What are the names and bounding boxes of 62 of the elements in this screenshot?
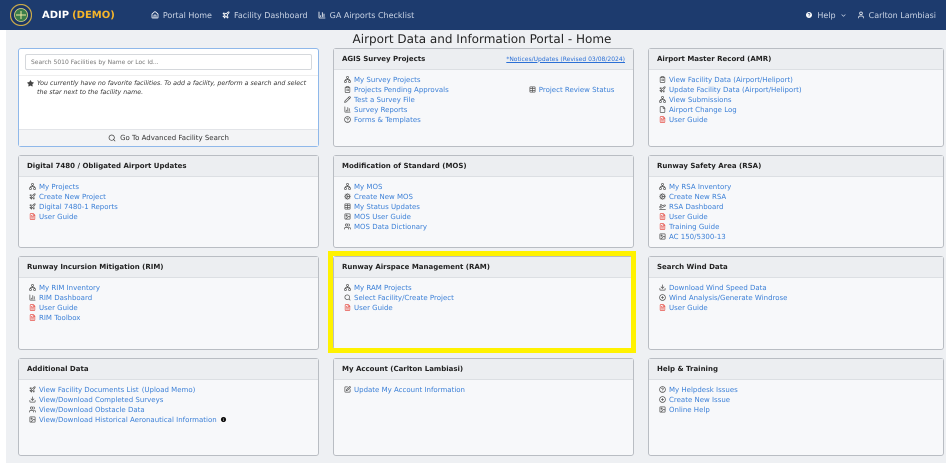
image-icon [659, 406, 666, 413]
info-icon[interactable] [220, 416, 227, 423]
nav-link[interactable]: Facility Dashboard [222, 10, 308, 20]
plane-icon [659, 86, 666, 93]
document-icon [29, 213, 36, 220]
search-icon [344, 294, 351, 301]
home-icon [150, 11, 159, 19]
seal-logo[interactable] [10, 4, 32, 26]
edit-icon [344, 386, 351, 393]
bar-chart-icon [29, 294, 36, 301]
network-icon [344, 284, 351, 291]
nav-link[interactable]: Portal Home [150, 10, 212, 20]
brand-name[interactable]: ADIP [42, 10, 70, 20]
pencil-icon [344, 96, 351, 103]
document-icon [344, 304, 351, 311]
image-icon [659, 233, 666, 240]
image-icon [344, 213, 351, 220]
help-icon [344, 116, 351, 123]
help-menu[interactable]: Help [805, 10, 847, 20]
gear-icon [659, 193, 666, 200]
table-icon [344, 203, 351, 210]
clipboard-icon [344, 86, 351, 93]
bar-chart-icon [344, 106, 351, 113]
download-icon [659, 284, 666, 291]
caret-icon [840, 12, 847, 18]
star-icon [27, 80, 34, 87]
plane-icon [29, 193, 36, 200]
page-title: Airport Data and Information Portal - Home [352, 31, 612, 48]
file-icon [659, 106, 666, 113]
download-icon [29, 396, 36, 403]
people-icon [344, 223, 351, 230]
document-icon [659, 304, 666, 311]
network-icon [29, 183, 36, 190]
network-icon [344, 183, 351, 190]
people-icon [29, 406, 36, 413]
plane-icon [29, 203, 36, 210]
search-icon [108, 134, 116, 142]
plane-icon [222, 11, 230, 19]
document-icon [659, 116, 666, 123]
document-icon [29, 314, 36, 321]
network-icon [659, 183, 666, 190]
help-icon [659, 386, 666, 393]
plus-circle-icon [659, 396, 666, 403]
user-icon [856, 11, 865, 19]
takeoff-icon [659, 203, 666, 210]
plane-icon [29, 386, 36, 393]
demo-tag: (DEMO) [72, 10, 115, 20]
bar-chart-icon [318, 11, 326, 19]
user-menu[interactable]: Carlton Lambiasi [856, 10, 936, 20]
gear-icon [344, 193, 351, 200]
document-icon [29, 304, 36, 311]
clipboard-icon [659, 76, 666, 83]
table-icon [528, 86, 536, 93]
image-icon [29, 416, 36, 423]
help-icon [805, 11, 814, 19]
document-icon [659, 223, 666, 230]
document-icon [659, 213, 666, 220]
nav-link[interactable]: GA Airports Checklist [318, 10, 414, 20]
network-icon [659, 96, 666, 103]
plus-circle-icon [659, 294, 666, 301]
network-icon [29, 284, 36, 291]
network-icon [344, 76, 351, 83]
